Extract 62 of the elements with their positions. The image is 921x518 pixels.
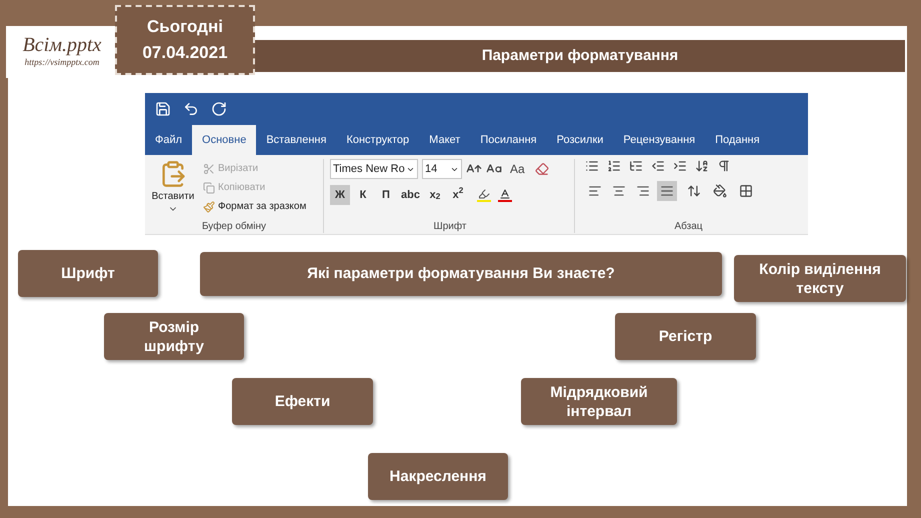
- ribbon-tab[interactable]: Рецензування: [613, 125, 706, 155]
- multilevel-list-icon[interactable]: [629, 159, 643, 173]
- clipboard-button[interactable]: Формат за зразком: [203, 199, 306, 214]
- ribbon-tab[interactable]: Конструктор: [336, 125, 420, 155]
- topic-card: Шрифт: [18, 250, 158, 297]
- topic-card: Мідрядковий інтервал: [521, 378, 677, 425]
- ribbon-tab[interactable]: Макет: [419, 125, 470, 155]
- ribbon-tab[interactable]: Посилання: [470, 125, 547, 155]
- format-button[interactable]: П: [376, 185, 396, 205]
- format-button[interactable]: Ж: [330, 185, 350, 205]
- paste-button[interactable]: Вставити: [152, 189, 194, 204]
- slide-title: Параметри форматування: [255, 40, 905, 72]
- line-spacing-icon[interactable]: [687, 184, 701, 198]
- format-icon: [203, 200, 215, 212]
- highlighter-icon[interactable]: [476, 188, 491, 202]
- font-name-field[interactable]: Times New Ro: [330, 159, 418, 179]
- topic-card: Ефекти: [232, 378, 373, 425]
- topic-card: Колір виділення тексту: [734, 255, 906, 302]
- decrease-indent-icon[interactable]: [651, 159, 665, 173]
- font-color-icon[interactable]: [498, 188, 512, 202]
- cut-icon: [203, 162, 215, 174]
- logo-url: https://vsimpptx.com: [24, 56, 100, 70]
- topic-card: Регістр: [615, 313, 756, 360]
- ribbon-tab[interactable]: Розсилки: [546, 125, 614, 155]
- topic-card: Розмір шрифту: [104, 313, 244, 360]
- format-button[interactable]: К: [353, 185, 373, 205]
- group-label: Абзац: [673, 221, 704, 233]
- align-icon: [612, 184, 626, 198]
- eraser-icon[interactable]: [534, 162, 549, 176]
- group-label: Буфер обміну: [200, 221, 268, 233]
- group-label: Шрифт: [432, 221, 468, 233]
- format-button[interactable]: x$^{2}$: [448, 185, 468, 205]
- topic-card: Накреслення: [368, 453, 508, 500]
- date-label: Сьогодні: [147, 17, 223, 37]
- format-button[interactable]: abc: [399, 185, 422, 205]
- ribbon-tab[interactable]: Подання: [705, 125, 770, 155]
- question-banner: Які параметри форматування Ви знаєте?: [200, 252, 722, 296]
- increase-indent-icon[interactable]: [673, 159, 687, 173]
- save-icon[interactable]: [155, 101, 171, 117]
- sort-icon[interactable]: [695, 159, 709, 173]
- undo-icon[interactable]: [183, 101, 199, 117]
- align-icon: [588, 184, 602, 198]
- change-case-button[interactable]: Aa: [510, 160, 525, 178]
- ribbon-tab[interactable]: Файл: [145, 125, 192, 155]
- date-text: 07.04.2021: [142, 43, 228, 63]
- font-size-value: 14: [425, 162, 438, 177]
- ribbon-tab[interactable]: Вставлення: [256, 125, 336, 155]
- align-icon: [660, 184, 674, 198]
- font-name-value: Times New Ro: [333, 162, 405, 177]
- bullet-list-icon[interactable]: [585, 159, 599, 173]
- font-size-field[interactable]: 14: [422, 159, 462, 179]
- shading-icon[interactable]: [713, 184, 727, 198]
- ribbon-tab[interactable]: Основне: [192, 125, 256, 155]
- redo-icon[interactable]: [211, 101, 227, 117]
- copy-icon: [203, 182, 215, 194]
- logo-text: Всім.pptx: [22, 34, 102, 56]
- format-button[interactable]: x$_{2}$: [424, 185, 445, 205]
- align-icon: [636, 184, 650, 198]
- pilcrow-icon[interactable]: [717, 159, 731, 173]
- borders-icon[interactable]: [739, 184, 753, 198]
- align-button[interactable]: [657, 181, 677, 201]
- numbered-list-icon[interactable]: [607, 159, 621, 173]
